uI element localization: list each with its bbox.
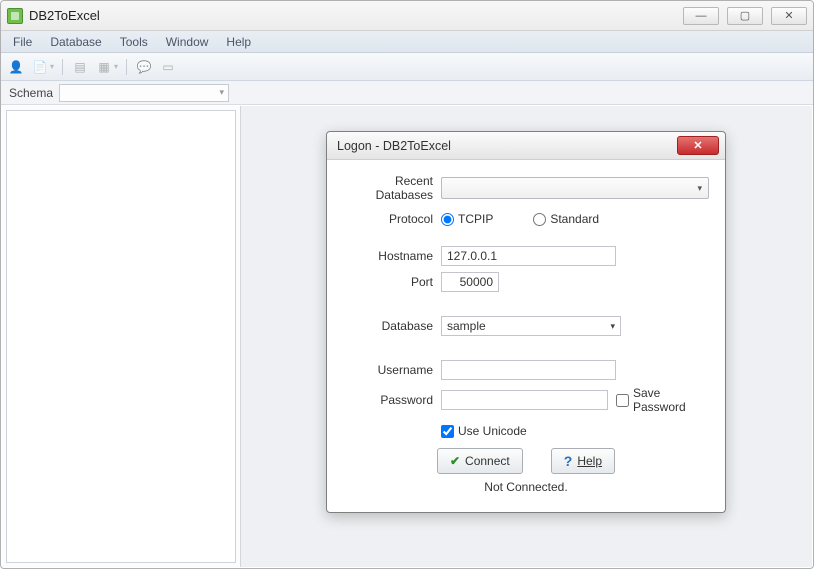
use-unicode-text: Use Unicode <box>458 424 527 438</box>
protocol-tcpip-input[interactable] <box>441 213 454 226</box>
dialog-body: Recent Databases ▾ Protocol TCPI <box>327 160 725 512</box>
protocol-standard-text: Standard <box>550 212 599 226</box>
database-combo[interactable]: sample ▾ <box>441 316 621 336</box>
schema-tree[interactable] <box>6 110 236 563</box>
protocol-tcpip-radio[interactable]: TCPIP <box>441 212 493 226</box>
chevron-down-icon: ▾ <box>610 321 615 332</box>
menubar: File Database Tools Window Help <box>1 31 813 53</box>
port-label: Port <box>343 275 441 289</box>
left-panel <box>2 106 241 567</box>
toolbar-separator <box>126 59 127 75</box>
help-button[interactable]: ? Help <box>551 448 615 474</box>
toolbar-grid-dropdown[interactable]: ▦ ▾ <box>95 58 118 76</box>
minimize-button[interactable]: ― <box>683 7 719 25</box>
main-area: Logon - DB2ToExcel ✕ Recent Databases ▾ … <box>2 106 812 567</box>
menu-window[interactable]: Window <box>158 33 217 51</box>
schema-label: Schema <box>9 86 53 100</box>
password-field[interactable] <box>441 390 608 410</box>
check-icon: ✔ <box>450 454 460 468</box>
database-label: Database <box>343 319 441 333</box>
username-field[interactable] <box>441 360 616 380</box>
right-panel: Logon - DB2ToExcel ✕ Recent Databases ▾ … <box>241 106 812 567</box>
recent-databases-label: Recent Databases <box>343 174 441 202</box>
menu-database[interactable]: Database <box>42 33 109 51</box>
hostname-label: Hostname <box>343 249 441 263</box>
schema-bar: Schema ▾ <box>1 81 813 105</box>
save-password-text: Save Password <box>633 386 709 414</box>
menu-tools[interactable]: Tools <box>112 33 156 51</box>
protocol-label: Protocol <box>343 212 441 226</box>
toolbar-grid-icon[interactable]: ▤ <box>71 58 89 76</box>
maximize-button[interactable]: ▢ <box>727 7 763 25</box>
schema-combo[interactable]: ▾ <box>59 84 229 102</box>
use-unicode-input[interactable] <box>441 425 454 438</box>
chevron-down-icon: ▾ <box>114 62 118 71</box>
dialog-titlebar: Logon - DB2ToExcel ✕ <box>327 132 725 160</box>
chevron-down-icon: ▾ <box>220 87 225 98</box>
save-password-checkbox[interactable]: Save Password <box>616 386 709 414</box>
menu-help[interactable]: Help <box>218 33 259 51</box>
toolbar-separator <box>62 59 63 75</box>
chevron-down-icon: ▾ <box>50 62 54 71</box>
port-field[interactable] <box>441 272 499 292</box>
dialog-close-button[interactable]: ✕ <box>677 136 719 155</box>
use-unicode-checkbox[interactable]: Use Unicode <box>441 424 527 438</box>
recent-databases-combo[interactable]: ▾ <box>441 177 709 199</box>
hostname-field[interactable] <box>441 246 616 266</box>
username-label: Username <box>343 363 441 377</box>
connect-button-label: Connect <box>465 454 510 468</box>
logon-dialog: Logon - DB2ToExcel ✕ Recent Databases ▾ … <box>326 131 726 513</box>
database-value: sample <box>447 319 486 333</box>
protocol-standard-radio[interactable]: Standard <box>533 212 599 226</box>
window-close-button[interactable]: ✕ <box>771 7 807 25</box>
toolbar-query-icon[interactable]: 💬 <box>135 58 153 76</box>
toolbar-sheet-icon[interactable]: ▭ <box>159 58 177 76</box>
chevron-down-icon: ▾ <box>697 183 702 194</box>
app-window: DB2ToExcel ― ▢ ✕ File Database Tools Win… <box>0 0 814 569</box>
save-password-input[interactable] <box>616 394 629 407</box>
window-title: DB2ToExcel <box>29 8 100 23</box>
protocol-tcpip-text: TCPIP <box>458 212 493 226</box>
app-icon <box>7 8 23 24</box>
help-icon: ? <box>564 453 573 469</box>
toolbar-open-dropdown[interactable]: 📄 ▾ <box>31 58 54 76</box>
menu-file[interactable]: File <box>5 33 40 51</box>
grid-icon: ▦ <box>95 58 113 76</box>
connect-button[interactable]: ✔ Connect <box>437 448 523 474</box>
password-label: Password <box>343 393 441 407</box>
help-button-label: Help <box>577 454 602 468</box>
document-icon: 📄 <box>31 58 49 76</box>
titlebar: DB2ToExcel ― ▢ ✕ <box>1 1 813 31</box>
dialog-title: Logon - DB2ToExcel <box>337 139 451 153</box>
toolbar-logon-icon[interactable]: 👤 <box>7 58 25 76</box>
connection-status: Not Connected. <box>343 480 709 494</box>
protocol-standard-input[interactable] <box>533 213 546 226</box>
toolbar: 👤 📄 ▾ ▤ ▦ ▾ 💬 ▭ <box>1 53 813 81</box>
